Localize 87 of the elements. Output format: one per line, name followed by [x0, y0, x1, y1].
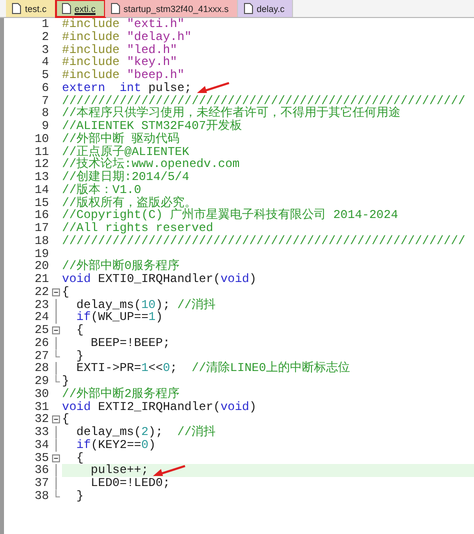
line-number: 11	[34, 146, 49, 158]
file-tab[interactable]: exti.c	[56, 0, 105, 17]
line-number: 22	[34, 286, 49, 298]
code-line: void EXTI0_IRQHandler(void)	[62, 273, 256, 286]
line-number: 7	[40, 94, 49, 108]
code-line: //本程序只供学习使用，未经作者许可，不得用于其它任何用途	[62, 107, 400, 120]
code-line: //版权所有，盗版必究。	[62, 196, 196, 210]
line-number: 10	[34, 132, 49, 146]
line-number: 1	[40, 18, 49, 31]
code-line: //版本：V1.0	[62, 184, 142, 196]
code-line: ////////////////////////////////////////////////////////	[62, 234, 466, 248]
code-line: pulse++;	[90, 464, 148, 477]
line-number: 34	[34, 438, 49, 452]
line-number: 19	[34, 248, 49, 260]
line-number: 14	[34, 184, 49, 196]
line-number: 2	[40, 30, 49, 44]
line-number: 32	[34, 413, 49, 426]
code-line: #include "beep.h"	[62, 69, 184, 82]
file-tab[interactable]: test.c	[6, 0, 56, 17]
line-number: 36	[34, 464, 49, 477]
line-number: 37	[34, 477, 49, 490]
code-line: {	[62, 286, 70, 298]
code-line: BEEP=!BEEP;	[90, 336, 170, 350]
document-icon	[62, 3, 71, 14]
code-line: //外部中断0服务程序	[62, 260, 180, 273]
document-icon	[244, 3, 253, 14]
line-number: 28	[34, 362, 49, 375]
line-number: 18	[34, 234, 49, 248]
file-tab[interactable]: delay.c	[238, 0, 294, 17]
fold-toggle-icon[interactable]	[51, 286, 62, 298]
code-line: delay_ms(10); //消抖	[75, 298, 216, 312]
line-number: 13	[34, 171, 49, 184]
line-number: 26	[34, 336, 49, 350]
code-line: //外部中断 驱动代码	[62, 132, 180, 146]
fold-toggle-icon[interactable]	[51, 452, 62, 464]
line-number: 38	[34, 490, 49, 502]
code-line: {	[75, 324, 84, 337]
line-number: 6	[40, 82, 49, 94]
code-line: //正点原子@ALIENTEK	[62, 146, 190, 158]
code-line: #include "delay.h"	[62, 30, 192, 44]
code-line: void EXTI2_IRQHandler(void)	[62, 400, 256, 414]
code-line: #include "led.h"	[62, 44, 178, 56]
document-icon	[12, 3, 21, 14]
code-line: if(KEY2==0)	[75, 438, 156, 452]
line-number: 16	[34, 209, 49, 222]
line-number: 9	[40, 120, 49, 133]
code-line: //创建日期:2014/5/4	[62, 171, 190, 184]
code-line: //ALIENTEK STM32F407开发板	[62, 120, 242, 133]
line-number: 25	[34, 324, 49, 337]
code-line: //All rights reserved	[62, 222, 214, 235]
code-line: EXTI->PR=1<<0; //清除LINE0上的中断标志位	[75, 362, 350, 375]
code-line: {	[62, 413, 70, 426]
code-line: LED0=!LED0;	[90, 477, 170, 490]
line-number: 23	[34, 298, 49, 312]
line-number: 17	[34, 222, 49, 235]
code-line: ////////////////////////////////////////////////////////	[62, 94, 466, 108]
line-number: 3	[40, 44, 49, 56]
fold-toggle-icon[interactable]	[51, 413, 62, 426]
line-number: 35	[34, 452, 49, 464]
code-line: //外部中断2服务程序	[62, 388, 180, 400]
line-number: 5	[40, 69, 49, 82]
code-line: //技术论坛:www.openedv.com	[62, 158, 240, 171]
code-line: }	[75, 350, 84, 362]
code-line: #include "key.h"	[62, 56, 178, 69]
line-number: 21	[34, 273, 49, 286]
code-line: {	[75, 452, 84, 464]
document-icon	[110, 3, 120, 14]
line-number: 20	[34, 260, 49, 273]
fold-toggle-icon[interactable]	[51, 324, 62, 337]
line-number: 33	[34, 426, 49, 439]
code-line: if(WK_UP==1)	[75, 311, 163, 324]
line-number: 30	[34, 388, 49, 400]
code-line: extern int pulse;	[62, 82, 192, 94]
code-line: //Copyright(C) 广州市星翼电子科技有限公司 2014-2024	[62, 209, 398, 222]
code-line: #include "exti.h"	[62, 18, 184, 31]
code-line: }	[75, 490, 84, 502]
code-line: }	[62, 375, 70, 388]
line-number: 31	[34, 400, 49, 414]
line-number: 27	[34, 350, 49, 362]
file-tab[interactable]: startup_stm32f40_41xxx.s	[104, 0, 238, 17]
line-number: 29	[34, 375, 49, 388]
line-number: 8	[40, 107, 49, 120]
line-number: 24	[34, 311, 49, 324]
code-line: delay_ms(2); //消抖	[75, 426, 216, 439]
line-number: 15	[34, 196, 49, 210]
line-number: 4	[40, 56, 49, 69]
line-number: 12	[34, 158, 49, 171]
